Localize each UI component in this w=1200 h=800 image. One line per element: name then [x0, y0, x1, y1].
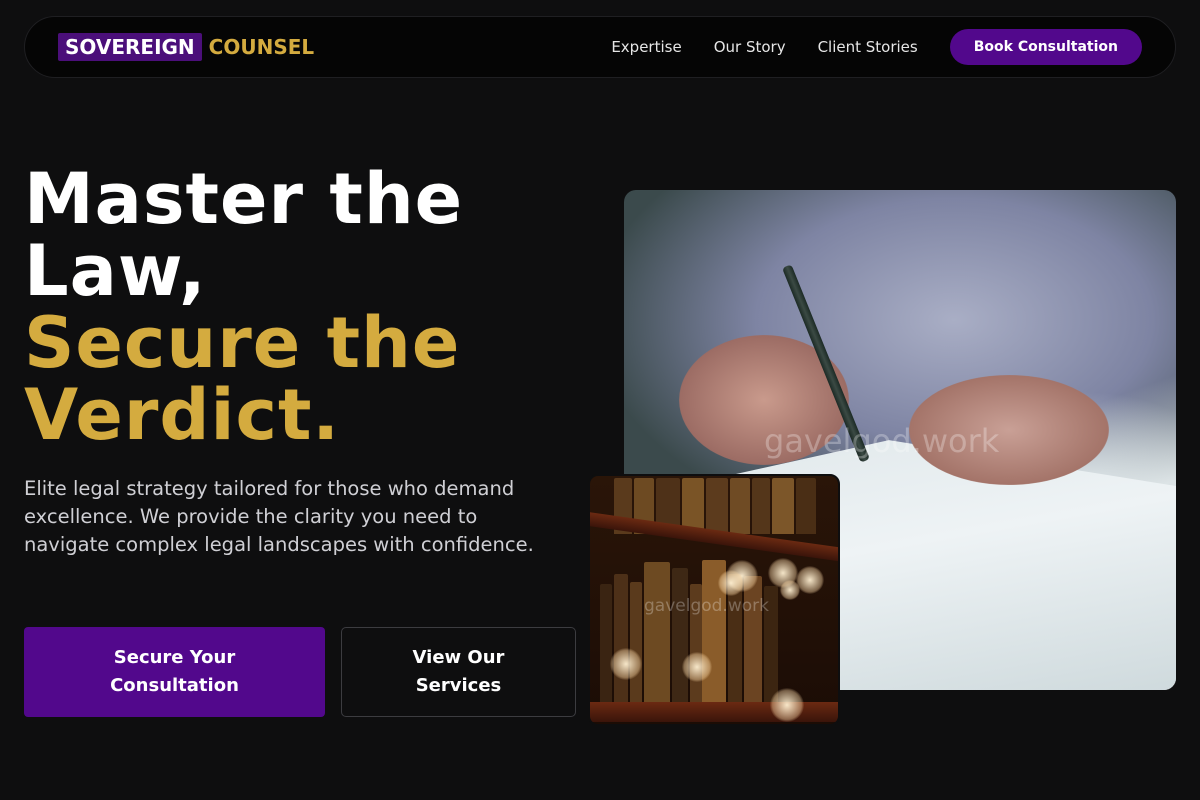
- brand-logo-mark: SOVEREIGN: [58, 33, 202, 61]
- top-nav: SOVEREIGN COUNSEL Expertise Our Story Cl…: [24, 16, 1176, 78]
- nav-link-expertise[interactable]: Expertise: [611, 38, 681, 56]
- book: [706, 478, 728, 534]
- book: [796, 478, 816, 534]
- book: [772, 478, 794, 534]
- secure-consultation-button[interactable]: Secure Your Consultation: [24, 627, 325, 717]
- brand-logo-word: COUNSEL: [208, 35, 315, 59]
- book: [672, 568, 688, 704]
- book: [600, 584, 612, 704]
- book: [630, 582, 642, 704]
- bokeh-light: [780, 580, 800, 600]
- nav-links: Expertise Our Story Client Stories Book …: [611, 29, 1142, 65]
- nav-link-client-stories[interactable]: Client Stories: [818, 38, 918, 56]
- book: [730, 478, 750, 534]
- nav-link-our-story[interactable]: Our Story: [714, 38, 786, 56]
- book: [752, 478, 770, 534]
- book: [644, 562, 670, 704]
- book: [614, 574, 628, 704]
- brand-logo[interactable]: SOVEREIGN COUNSEL: [58, 33, 314, 61]
- hero-lead-text: Elite legal strategy tailored for those …: [24, 477, 534, 556]
- bokeh-light: [682, 652, 712, 682]
- bokeh-light: [610, 648, 642, 680]
- bokeh-light: [770, 688, 804, 722]
- bokeh-light: [718, 570, 744, 596]
- main-image-watermark: gavelgod.work: [764, 422, 1000, 460]
- view-services-button[interactable]: View Our Services: [341, 627, 576, 717]
- hero-image-bookshelf: gavelgod.work: [588, 474, 840, 726]
- book-consultation-button[interactable]: Book Consultation: [949, 29, 1142, 65]
- hero-title-line-1: Master the: [24, 158, 464, 240]
- hero-accent-line-1: Secure the: [24, 302, 461, 384]
- books-image-watermark: gavelgod.work: [644, 596, 769, 616]
- bokeh-light: [796, 566, 824, 594]
- hero-title-line-2: Law,: [24, 230, 207, 312]
- hero-accent-line-2: Verdict.: [24, 374, 340, 456]
- hero-title: Master the Law, Secure the Verdict.: [24, 163, 463, 451]
